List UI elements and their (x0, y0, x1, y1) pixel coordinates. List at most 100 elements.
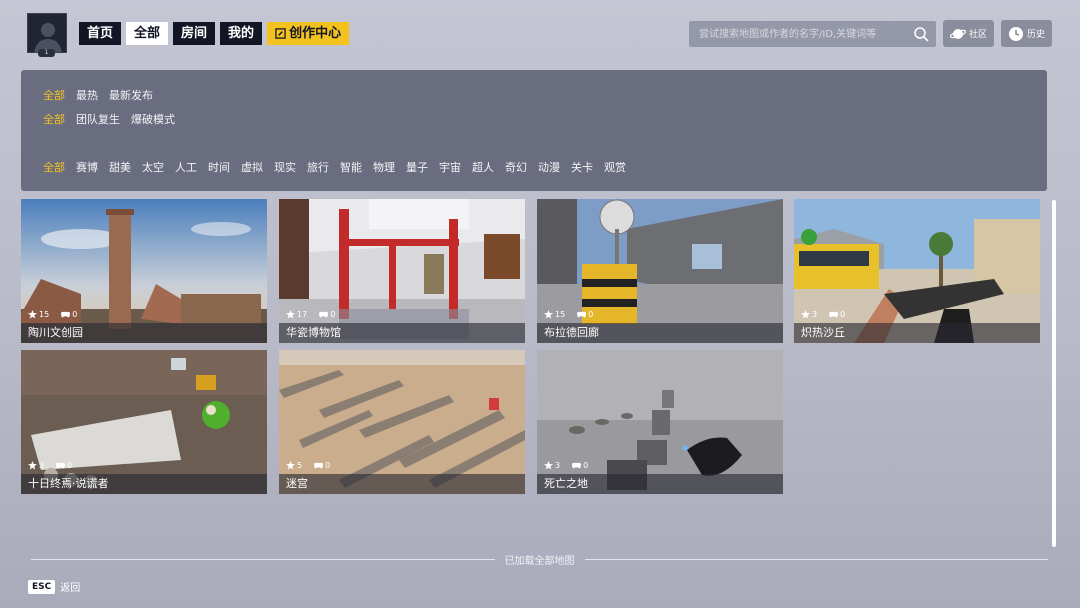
tag-filter-option[interactable]: 奇幻 (505, 161, 527, 175)
likes-count: 5 (297, 461, 303, 470)
plays-count: 0 (325, 461, 331, 470)
search-bar (689, 21, 936, 47)
map-stats: 5 0 (286, 461, 330, 470)
tag-filter-option[interactable]: 甜美 (109, 161, 131, 175)
all-loaded-divider: 已加载全部地图 (21, 551, 1058, 567)
map-title: 死亡之地 (537, 474, 783, 494)
user-avatar-icon (28, 14, 66, 52)
plays-count: 0 (67, 461, 73, 470)
map-card[interactable]: 3 0 死亡之地 (537, 350, 783, 494)
all-loaded-text: 已加载全部地图 (504, 555, 575, 567)
tag-filter-option[interactable]: 宇宙 (439, 161, 461, 175)
tag-filter-option[interactable]: 超人 (472, 161, 494, 175)
map-thumbnail-maze (279, 350, 525, 494)
tag-filter-option[interactable]: 动漫 (538, 161, 560, 175)
filter-panel: 全部 最热 最新发布 全部 团队复生 爆破模式 全部 赛博 甜美 太空 人工 时间 虚拟 现实 旅行 智能… (21, 70, 1047, 191)
map-title: 布拉德回廊 (537, 323, 783, 343)
map-thumbnail-room (21, 350, 267, 494)
esc-key-badge: ESC (28, 579, 56, 594)
mode-filter-option[interactable]: 爆破模式 (131, 113, 175, 127)
map-thumbnail-dunes (794, 199, 1040, 343)
sort-filter-row: 全部 最热 最新发布 (43, 89, 164, 103)
map-thumbnail-chimney (21, 199, 267, 343)
star-icon (286, 461, 295, 470)
tag-filter-row: 全部 赛博 甜美 太空 人工 时间 虚拟 现实 旅行 智能 物理 量子 宇宙 超人 奇幻 动漫 关卡 观赏 (43, 161, 637, 175)
map-stats: 15 0 (28, 310, 77, 319)
plays-count: 0 (588, 310, 594, 319)
map-stats: 3 0 (801, 310, 845, 319)
map-thumbnail-corridor (537, 199, 783, 343)
avatar-level-badge: 1 (38, 49, 55, 57)
avatar[interactable] (27, 13, 67, 53)
map-title: 华瓷博物馆 (279, 323, 525, 343)
gamepad-icon (314, 462, 324, 469)
main-nav: 首页 全部 房间 我的 创作中心 (79, 22, 350, 45)
tag-filter-option[interactable]: 现实 (274, 161, 296, 175)
search-icon[interactable] (912, 25, 930, 43)
search-input[interactable] (689, 21, 912, 47)
map-stats: 3 0 (544, 461, 588, 470)
gamepad-icon (577, 311, 587, 318)
map-title: 十日终焉·说谎者 (21, 474, 267, 494)
tag-filter-option[interactable]: 全部 (43, 161, 65, 175)
likes-count: 3 (555, 461, 561, 470)
map-card[interactable]: 15 0 布拉德回廊 (537, 199, 783, 343)
clock-icon (1009, 26, 1023, 41)
star-icon (286, 310, 295, 319)
create-center-button[interactable]: 创作中心 (267, 22, 350, 45)
tag-filter-option[interactable]: 虚拟 (241, 161, 263, 175)
star-icon (801, 310, 810, 319)
star-icon (544, 461, 553, 470)
tag-filter-option[interactable]: 旅行 (307, 161, 329, 175)
history-label: 历史 (1027, 30, 1046, 40)
gamepad-icon (829, 311, 839, 318)
tag-filter-option[interactable]: 关卡 (571, 161, 593, 175)
map-card[interactable]: 3 0 炽热沙丘 (794, 199, 1040, 343)
mode-filter-option[interactable]: 团队复生 (76, 113, 120, 127)
tag-filter-option[interactable]: 时间 (208, 161, 230, 175)
sort-filter-option[interactable]: 全部 (43, 89, 65, 103)
gamepad-icon (56, 462, 66, 469)
map-stats: 15 0 (544, 310, 593, 319)
map-title: 炽热沙丘 (794, 323, 1040, 343)
tag-filter-option[interactable]: 太空 (142, 161, 164, 175)
star-icon (28, 461, 37, 470)
tag-filter-option[interactable]: 量子 (406, 161, 428, 175)
mode-filter-option[interactable]: 全部 (43, 113, 65, 127)
tag-filter-option[interactable]: 人工 (175, 161, 197, 175)
scrollbar[interactable] (1052, 200, 1056, 547)
map-title: 陶川文创园 (21, 323, 267, 343)
likes-count: 17 (297, 310, 308, 319)
tab-rooms[interactable]: 房间 (173, 22, 216, 45)
likes-count: 15 (39, 310, 50, 319)
sort-filter-option[interactable]: 最热 (76, 89, 98, 103)
history-button[interactable]: 历史 (1001, 20, 1053, 47)
plays-count: 0 (840, 310, 846, 319)
gamepad-icon (61, 311, 71, 318)
tab-all[interactable]: 全部 (126, 22, 169, 45)
plays-count: 0 (583, 461, 589, 470)
map-stats: 3 0 (28, 461, 72, 470)
tab-home[interactable]: 首页 (79, 22, 122, 45)
back-label: 返回 (60, 583, 81, 594)
sort-filter-option[interactable]: 最新发布 (109, 89, 153, 103)
map-card[interactable]: 15 0 陶川文创园 (21, 199, 267, 343)
tag-filter-option[interactable]: 赛博 (76, 161, 98, 175)
tag-filter-option[interactable]: 智能 (340, 161, 362, 175)
tag-filter-option[interactable]: 观赏 (604, 161, 626, 175)
community-label: 社区 (969, 30, 988, 40)
map-thumbnail-museum (279, 199, 525, 343)
plays-count: 0 (330, 310, 336, 319)
map-title: 迷宫 (279, 474, 525, 494)
map-card[interactable]: 3 0 十日终焉·说谎者 (21, 350, 267, 494)
tab-mine[interactable]: 我的 (220, 22, 263, 45)
map-stats: 17 0 (286, 310, 335, 319)
back-button[interactable]: ESC 返回 (28, 579, 80, 594)
star-icon (544, 310, 553, 319)
likes-count: 3 (812, 310, 818, 319)
community-button[interactable]: 社区 (943, 20, 995, 47)
tag-filter-option[interactable]: 物理 (373, 161, 395, 175)
map-card[interactable]: 5 0 迷宫 (279, 350, 525, 494)
map-card[interactable]: 17 0 华瓷博物馆 (279, 199, 525, 343)
gamepad-icon (319, 311, 329, 318)
